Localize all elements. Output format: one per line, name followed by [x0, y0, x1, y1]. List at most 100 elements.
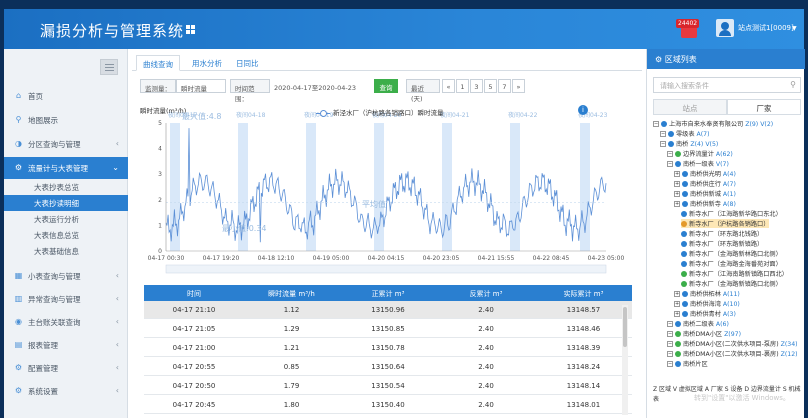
- pager-1[interactable]: 1: [456, 79, 469, 93]
- tree-node[interactable]: − 零级表 A(7): [660, 129, 710, 138]
- sidebar-subitem-0[interactable]: 大表抄表总览: [4, 179, 128, 195]
- tab-curve-query[interactable]: 曲线查询: [136, 55, 180, 71]
- sidebar-item2-0[interactable]: ▦ 小表查询与管理 ‹: [4, 265, 128, 287]
- sidebar-subitem-1[interactable]: 大表抄读明细: [4, 195, 128, 211]
- expand-toggle-icon[interactable]: −: [660, 131, 666, 137]
- pager-4[interactable]: 7: [498, 79, 511, 93]
- user-avatar-icon[interactable]: [716, 19, 734, 37]
- sidebar-item-3[interactable]: ⚙ 流量计与大表管理 ⌄: [4, 157, 128, 179]
- table-cell: 13150.64: [371, 363, 405, 371]
- tree-node[interactable]: + 南桥供新城 A(1): [674, 189, 736, 198]
- sidebar-item2-5[interactable]: ⚙ 系统设置 ‹: [4, 380, 128, 402]
- expand-toggle-icon[interactable]: −: [660, 141, 666, 147]
- expand-toggle-icon[interactable]: +: [674, 201, 680, 207]
- chart-legend[interactable]: 新泾水厂（沪杭路各销路口）瞬时流量: [316, 107, 444, 117]
- app-window: 漏损分析与管理系统 24402 站点测试1[0009] ▼ ⌂ 首页 ⚲ 地图展示 ◑ 分…: [4, 9, 805, 418]
- sidebar-item-0[interactable]: ⌂ 首页: [4, 85, 128, 107]
- tab-day-compare[interactable]: 日同比: [230, 55, 265, 71]
- tree-node[interactable]: − 南桥一级表 V(7): [667, 159, 729, 168]
- tree-node[interactable]: + 南桥供光明 A(4): [674, 169, 736, 178]
- expand-toggle-icon[interactable]: −: [667, 151, 673, 157]
- expand-toggle-icon[interactable]: −: [667, 351, 673, 357]
- tree-node[interactable]: + 南桥供新寺 A(8): [674, 199, 736, 208]
- sidebar-item2-4[interactable]: ⚙ 配置管理 ‹: [4, 357, 128, 379]
- expand-toggle-icon[interactable]: −: [667, 321, 673, 327]
- pager-2[interactable]: 3: [470, 79, 483, 93]
- username-label[interactable]: 站点测试1[0009]: [738, 23, 794, 33]
- expand-toggle-icon[interactable]: −: [653, 121, 659, 127]
- message-icon[interactable]: [681, 27, 697, 38]
- table-row[interactable]: 04-17 21:10 1.12 13150.96 2.40 13148.57: [144, 301, 632, 319]
- region-search-input[interactable]: 请输入搜索条件 ⚲: [653, 77, 801, 93]
- time-range-input[interactable]: 2020-04-17至2020-04-23: [270, 79, 370, 93]
- table-row[interactable]: 04-17 20:50 1.79 13150.54 2.40 13148.14: [144, 377, 632, 395]
- search-icon[interactable]: ⚲: [790, 80, 796, 89]
- sidebar-item2-3[interactable]: ▤ 报表管理 ‹: [4, 334, 128, 356]
- legend-series-name: 新泾水厂（沪杭路各销路口）瞬时流量: [333, 109, 444, 117]
- expand-toggle-icon[interactable]: +: [674, 301, 680, 307]
- table-row[interactable]: 04-17 20:45 1.80 13150.40 2.40 13148.01: [144, 396, 632, 414]
- sidebar-item2-1[interactable]: ▥ 异常查询与管理 ‹: [4, 288, 128, 310]
- tree-node[interactable]: + 南桥供庄行 A(7): [674, 179, 736, 188]
- sidebar-item-1[interactable]: ⚲ 地图展示: [4, 109, 128, 131]
- query-button[interactable]: 查询: [374, 79, 398, 93]
- tree-node[interactable]: 新寺水厂（金海路新林路口北侧）: [681, 249, 782, 258]
- tree-node[interactable]: 新寺水厂（环东路北钱路）: [681, 229, 763, 238]
- tab-vendor[interactable]: 厂家: [727, 99, 801, 115]
- sidebar-item-2[interactable]: ◑ 分区查询与管理 ‹: [4, 133, 128, 155]
- tree-node[interactable]: 新寺水厂（环东路新镇路）: [681, 239, 763, 248]
- tree-node[interactable]: − 南桥DMA小区(二次供水项目-裹房) Z(12): [667, 349, 798, 358]
- tab-water-analysis[interactable]: 用水分析: [186, 55, 228, 71]
- col-negative-total[interactable]: 反累计 m³: [437, 289, 535, 299]
- tree-node[interactable]: + 南桥供海湾 A(10): [674, 299, 740, 308]
- sidebar-subitem-3[interactable]: 大表信息总览: [4, 227, 128, 243]
- pager-5[interactable]: »: [512, 79, 525, 93]
- col-actual-total[interactable]: 实际累计 m³: [535, 289, 632, 299]
- expand-toggle-icon[interactable]: +: [674, 311, 680, 317]
- expand-toggle-icon[interactable]: +: [674, 291, 680, 297]
- scrollbar-thumb[interactable]: [623, 307, 627, 347]
- tree-node[interactable]: 新寺水厂（江海路新华路口东北）: [681, 209, 782, 218]
- table-row[interactable]: 04-17 20:55 0.85 13150.64 2.40 13148.24: [144, 358, 632, 376]
- tree-node[interactable]: 新寺水厂（金海路新镇路口北侧）: [681, 279, 782, 288]
- menu-toggle-button[interactable]: [100, 59, 118, 75]
- col-instant-flow[interactable]: 瞬时流量 m³/h: [244, 289, 339, 299]
- expand-toggle-icon[interactable]: −: [667, 341, 673, 347]
- tree-node[interactable]: 新寺水厂（江海南路新镇路口西北）: [681, 269, 788, 278]
- tree-node[interactable]: + 南桥供柘林 A(11): [674, 289, 740, 298]
- tree-node[interactable]: + 南桥供青村 A(3): [674, 309, 736, 318]
- sidebar-item2-2[interactable]: ◉ 主台账关联查询 ‹: [4, 311, 128, 333]
- tree-node[interactable]: − 南桥二级表 A(6): [667, 319, 729, 328]
- table-row[interactable]: 04-17 21:00 1.21 13150.78 2.40 13148.39: [144, 339, 632, 357]
- tree-node[interactable]: − 南桥片区: [667, 359, 708, 368]
- monitor-select[interactable]: 瞬时流量: [176, 79, 226, 93]
- chart-y-label: 瞬时流量(m³/h): [140, 107, 187, 115]
- tree-node[interactable]: − 南桥DMA小区 Z(97): [667, 329, 741, 338]
- col-time[interactable]: 时间: [144, 289, 244, 299]
- table-row[interactable]: 04-17 21:05 1.29 13150.85 2.40 13148.46: [144, 320, 632, 338]
- expand-toggle-icon[interactable]: +: [674, 181, 680, 187]
- col-positive-total[interactable]: 正累计 m³: [339, 289, 437, 299]
- windows-icon[interactable]: [186, 25, 196, 35]
- tree-node[interactable]: − 南桥DMA小区(二次供水项目-泵房) Z(34): [667, 339, 798, 348]
- expand-toggle-icon[interactable]: −: [667, 331, 673, 337]
- tree-node[interactable]: 新寺水厂（金海路金海番苑对面）: [681, 259, 782, 268]
- chevron-icon: ‹: [115, 340, 119, 349]
- tree-node[interactable]: − 南桥 Z(4) V(5): [660, 139, 718, 148]
- pager-0[interactable]: «: [442, 79, 455, 93]
- info-icon[interactable]: i: [578, 105, 588, 115]
- expand-toggle-icon[interactable]: −: [667, 361, 673, 367]
- tree-node[interactable]: 新寺水厂（沪杭路各销路口）: [681, 219, 770, 228]
- pager-3[interactable]: 5: [484, 79, 497, 93]
- sidebar-subitem-4[interactable]: 大表基础信息: [4, 243, 128, 259]
- tree-node[interactable]: − 边界流量计 A(62): [667, 149, 733, 158]
- tab-site[interactable]: 站点: [653, 99, 727, 115]
- expand-toggle-icon[interactable]: +: [674, 171, 680, 177]
- chevron-down-icon[interactable]: ▼: [792, 25, 797, 32]
- table-scrollbar[interactable]: [622, 305, 628, 415]
- sidebar-subitem-2[interactable]: 大表运行分析: [4, 211, 128, 227]
- table-cell: 04-17 20:50: [172, 382, 216, 390]
- expand-toggle-icon[interactable]: +: [674, 191, 680, 197]
- expand-toggle-icon[interactable]: −: [667, 161, 673, 167]
- tree-node[interactable]: − 上海市自来水奉贤有限公司 Z(9) V(2): [653, 119, 773, 128]
